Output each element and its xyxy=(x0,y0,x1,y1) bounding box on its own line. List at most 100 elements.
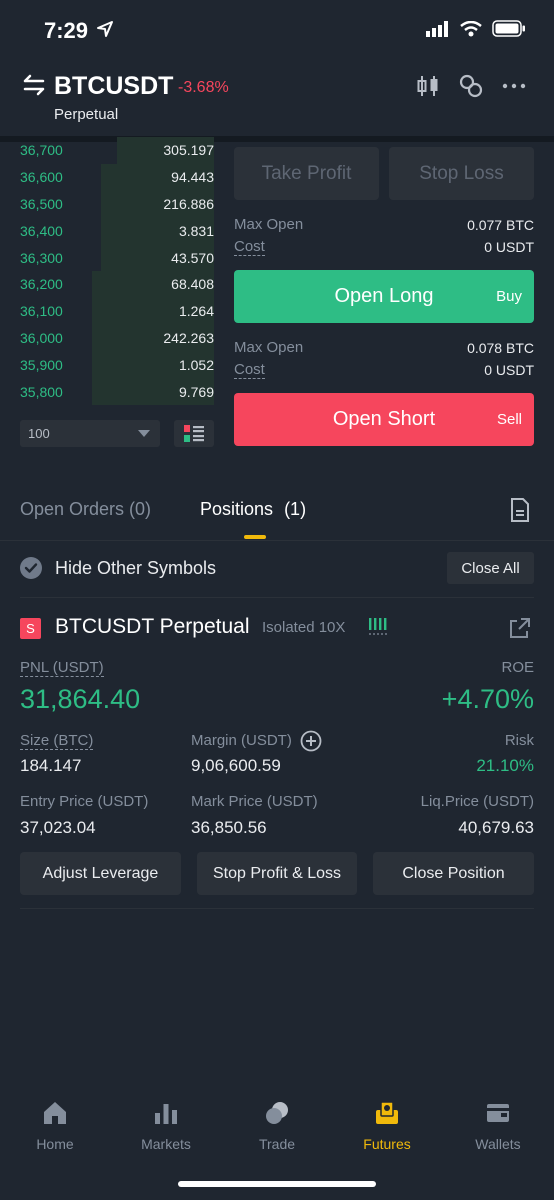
orderbook-price: 36,100 xyxy=(20,303,63,320)
position-title: BTCUSDT Perpetual xyxy=(55,615,250,638)
roe-label: ROE xyxy=(501,659,534,676)
take-profit-button[interactable]: Take Profit xyxy=(234,147,379,200)
section-divider xyxy=(20,597,534,598)
nav-futures[interactable]: Futures xyxy=(347,1100,427,1152)
sell-label: Sell xyxy=(496,411,522,428)
long-cost-label: Cost xyxy=(234,238,265,256)
orderbook-price: 35,900 xyxy=(20,356,63,373)
link-icon[interactable] xyxy=(459,74,483,98)
long-cost-value: 0 USDT xyxy=(484,239,534,255)
nav-wallets-label: Wallets xyxy=(475,1136,521,1152)
adjust-leverage-button[interactable]: Adjust Leverage xyxy=(20,852,181,895)
orderbook-row[interactable]: 36,000 242.263 xyxy=(20,324,214,352)
orderbook-price: 36,000 xyxy=(20,329,63,346)
nav-home[interactable]: Home xyxy=(15,1100,95,1152)
orderbook-qty: 216.886 xyxy=(163,195,214,212)
cellular-signal-icon xyxy=(426,20,448,37)
depth-select[interactable]: 100 xyxy=(20,420,160,447)
orderbook-row[interactable]: 36,300 43.570 xyxy=(20,244,214,271)
short-cost-label: Cost xyxy=(234,361,265,379)
orderbook-price: 36,600 xyxy=(20,169,63,186)
home-icon xyxy=(44,1102,66,1124)
orderbook-row[interactable]: 35,800 9.769 xyxy=(20,378,214,405)
orderbook-row[interactable]: 36,500 216.886 xyxy=(20,190,214,218)
price-change: -3.68% xyxy=(178,79,229,96)
margin-value: 9,06,600.59 xyxy=(191,756,281,775)
mark-price-label: Mark Price (USDT) xyxy=(191,793,318,810)
swap-icon[interactable] xyxy=(22,74,46,96)
size-value: 184.147 xyxy=(20,756,82,775)
short-max-open-label: Max Open xyxy=(234,339,304,356)
active-tab-indicator xyxy=(244,535,266,539)
orderbook-qty: 94.443 xyxy=(171,169,214,186)
stop-loss-button[interactable]: Stop Loss xyxy=(389,147,534,200)
nav-trade[interactable]: Trade xyxy=(237,1100,317,1152)
buy-label: Buy xyxy=(496,288,522,305)
candlestick-chart-icon[interactable] xyxy=(416,74,440,98)
orderbook-qty: 9.769 xyxy=(178,383,214,400)
tab-open-orders[interactable]: Open Orders (0) xyxy=(20,499,151,520)
share-icon[interactable] xyxy=(509,617,531,639)
open-short-label: Open Short xyxy=(332,408,436,430)
nav-wallets[interactable]: Wallets xyxy=(458,1100,538,1152)
orderbook-row[interactable]: 36,100 1.264 xyxy=(20,297,214,325)
orderbook-qty: 43.570 xyxy=(171,249,214,266)
add-margin-icon[interactable] xyxy=(300,730,322,752)
long-max-open-value: 0.077 BTC xyxy=(467,217,534,233)
short-side-badge: S xyxy=(20,618,41,639)
symbol-title[interactable]: BTCUSDT xyxy=(54,72,173,101)
roe-value: +4.70% xyxy=(441,684,534,714)
tab-positions[interactable]: Positions (1) xyxy=(200,499,306,520)
location-arrow-icon xyxy=(97,21,113,37)
orderbook-qty: 242.263 xyxy=(163,329,214,346)
more-icon[interactable] xyxy=(502,74,526,98)
nav-markets-label: Markets xyxy=(141,1136,191,1152)
close-position-button[interactable]: Close Position xyxy=(373,852,534,895)
orderbook-price: 35,800 xyxy=(20,383,63,400)
orderbook-price: 36,700 xyxy=(20,142,63,159)
orderbook-qty: 3.831 xyxy=(178,222,214,239)
nav-futures-label: Futures xyxy=(363,1136,411,1152)
depth-value: 100 xyxy=(28,426,50,441)
tabs-divider xyxy=(0,540,554,541)
margin-mode-tag: Isolated 10X xyxy=(262,619,346,636)
orderbook-price: 36,300 xyxy=(20,249,63,266)
orderbook-row[interactable]: 35,900 1.052 xyxy=(20,351,214,379)
liq-price-label: Liq.Price (USDT) xyxy=(420,793,534,810)
wallet-icon xyxy=(487,1104,509,1122)
risk-label: Risk xyxy=(504,732,534,749)
margin-label: Margin (USDT) xyxy=(191,732,292,749)
orderbook-row[interactable]: 36,600 94.443 xyxy=(20,163,214,191)
orderbook-view-toggle-icon[interactable] xyxy=(174,420,214,447)
contract-type: Perpetual xyxy=(54,106,119,123)
open-long-label: Open Long xyxy=(334,285,434,307)
nav-trade-label: Trade xyxy=(258,1136,296,1152)
open-short-button[interactable]: Open Short Sell xyxy=(234,393,534,446)
size-label: Size (BTC) xyxy=(20,732,94,750)
orderbook-qty: 1.052 xyxy=(178,356,214,373)
short-max-open-value: 0.078 BTC xyxy=(467,340,534,356)
pnl-value: 31,864.40 xyxy=(20,684,141,714)
stop-profit-loss-button[interactable]: Stop Profit & Loss xyxy=(197,852,357,895)
nav-markets[interactable]: Markets xyxy=(126,1100,206,1152)
close-all-button[interactable]: Close All xyxy=(447,552,534,584)
orderbook-price: 36,200 xyxy=(20,276,63,293)
futures-icon xyxy=(376,1101,398,1124)
orderbook-row[interactable]: 36,200 68.408 xyxy=(20,271,214,298)
orderbook-row[interactable]: 36,400 3.831 xyxy=(20,217,214,245)
battery-icon xyxy=(492,20,525,37)
status-time: 7:29 xyxy=(44,18,89,43)
coins-icon xyxy=(266,1102,288,1124)
orderbook-row[interactable]: 36,700 305.197 xyxy=(20,137,214,164)
open-long-button[interactable]: Open Long Buy xyxy=(234,270,534,323)
check-circle-icon[interactable] xyxy=(20,557,42,579)
orderbook-price: 36,500 xyxy=(20,195,63,212)
entry-price-value: 37,023.04 xyxy=(20,818,96,837)
pnl-label: PNL (USDT) xyxy=(20,659,104,677)
mark-price-value: 36,850.56 xyxy=(191,818,267,837)
document-icon[interactable] xyxy=(510,498,530,522)
hide-other-symbols-label[interactable]: Hide Other Symbols xyxy=(55,558,216,579)
liq-price-value: 40,679.63 xyxy=(458,818,534,837)
tab-positions-count: (1) xyxy=(284,499,307,519)
risk-value: 21.10% xyxy=(476,756,534,775)
